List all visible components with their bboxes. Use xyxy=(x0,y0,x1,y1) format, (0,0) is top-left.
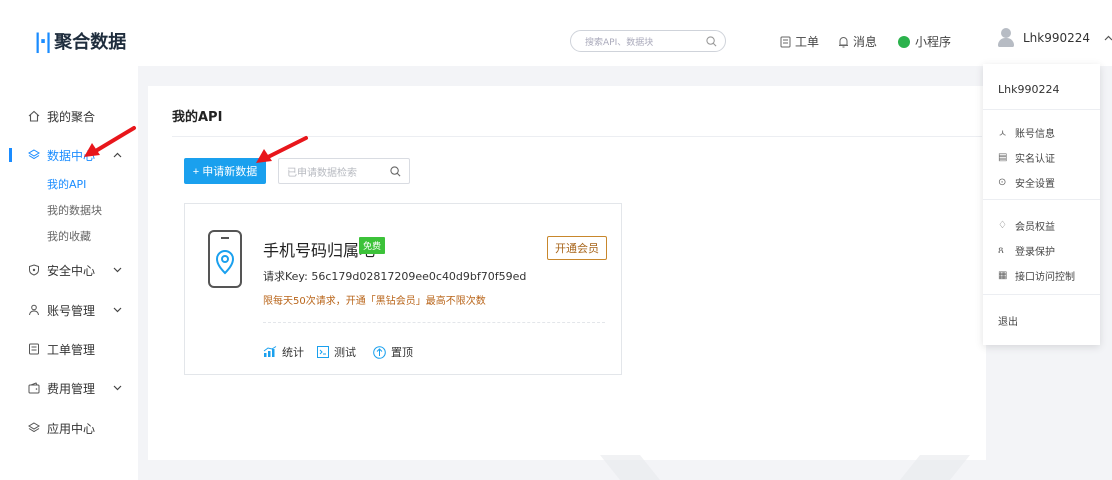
card-divider xyxy=(263,322,605,323)
logo-mark-icon: |·| xyxy=(34,29,52,53)
stats-label: 统计 xyxy=(282,346,304,359)
terminal-icon xyxy=(317,346,329,358)
menu-item-login-protection[interactable]: ጸ 登录保护 xyxy=(998,243,1055,258)
ticket-link[interactable]: 工单 xyxy=(780,33,819,50)
menu-item-label: 登录保护 xyxy=(1015,247,1055,258)
user-dropdown-menu: Lhk990224 ㅅ 账号信息 ▤ 实名认证 ⊙ 安全设置 ♢ 会员权益 ጸ … xyxy=(983,64,1100,345)
top-header: |·| 聚合数据 搜索API、数据块 工单 消息 小程序 Lhk990224 xyxy=(0,0,1112,66)
logo-text: 聚合数据 xyxy=(54,32,127,53)
open-membership-button[interactable]: 开通会员 xyxy=(547,236,607,260)
menu-item-label: 安全设置 xyxy=(1015,179,1055,190)
mini-program-link[interactable]: 小程序 xyxy=(898,33,951,50)
message-label: 消息 xyxy=(853,35,878,49)
user-icon xyxy=(29,304,39,316)
menu-item-api-access-control[interactable]: ▦ 接口访问控制 xyxy=(998,268,1075,283)
menu-item-logout[interactable]: 退出 xyxy=(998,313,1018,328)
pin-top-label: 置顶 xyxy=(391,346,413,359)
test-label: 测试 xyxy=(334,346,356,359)
menu-item-label: 退出 xyxy=(998,317,1018,328)
user-menu-trigger[interactable]: Lhk990224 xyxy=(997,28,1112,48)
chart-icon xyxy=(263,346,277,357)
dropdown-username: Lhk990224 xyxy=(998,83,1060,96)
menu-item-security-settings[interactable]: ⊙ 安全设置 xyxy=(998,175,1055,190)
ticket-icon xyxy=(29,343,39,355)
home-icon xyxy=(28,110,40,122)
free-badge: 免费 xyxy=(359,237,386,254)
sidebar-item-label: 我的聚合 xyxy=(47,109,96,124)
annotation-arrow-icon xyxy=(84,126,136,157)
global-search-placeholder: 搜索API、数据块 xyxy=(585,37,654,48)
user-icon: ㅅ xyxy=(998,129,1008,140)
menu-item-account-info[interactable]: ㅅ 账号信息 xyxy=(998,125,1055,140)
mini-program-icon xyxy=(898,35,910,48)
watermark-shape xyxy=(600,455,970,480)
chevron-down-icon[interactable] xyxy=(113,307,122,313)
menu-item-label: 会员权益 xyxy=(1015,222,1055,233)
sidebar-item-label: 安全中心 xyxy=(47,263,96,278)
ticket-icon xyxy=(780,36,791,47)
logo[interactable]: |·| 聚合数据 xyxy=(34,28,126,54)
pin-top-icon xyxy=(373,345,386,359)
sidebar-sub-my-data-blocks[interactable]: 我的数据块 xyxy=(47,202,102,218)
wallet-icon xyxy=(28,382,40,394)
diamond-icon: ♢ xyxy=(998,220,1007,231)
access-control-icon: ▦ xyxy=(998,270,1008,281)
menu-item-label: 接口访问控制 xyxy=(1015,272,1075,283)
shield-icon xyxy=(29,264,39,276)
sidebar-item-label: 应用中心 xyxy=(47,421,96,436)
layers-icon xyxy=(28,149,40,160)
ticket-label: 工单 xyxy=(795,35,820,49)
mini-program-label: 小程序 xyxy=(915,35,952,49)
chevron-down-icon[interactable] xyxy=(113,267,122,273)
menu-item-real-name-auth[interactable]: ▤ 实名认证 xyxy=(998,150,1055,165)
sidebar-item-label: 工单管理 xyxy=(47,342,96,357)
menu-item-label: 账号信息 xyxy=(1015,129,1055,140)
avatar xyxy=(997,28,1015,48)
header-username: Lhk990224 xyxy=(1023,31,1091,45)
api-card: 手机号码归属地 免费 开通会员 请求Key: 56c179d02817209ee… xyxy=(184,203,622,375)
user-lock-icon: ጸ xyxy=(998,245,1004,256)
page-title: 我的API xyxy=(172,110,223,125)
shield-icon: ⊙ xyxy=(998,177,1007,188)
menu-item-label: 实名认证 xyxy=(1015,154,1055,165)
phone-location-icon xyxy=(208,230,242,288)
layers-icon xyxy=(28,422,40,433)
sidebar-item-label: 账号管理 xyxy=(47,303,96,318)
chevron-down-icon[interactable] xyxy=(113,385,122,391)
applied-data-search-placeholder: 已申请数据检索 xyxy=(287,167,357,179)
request-key: 请求Key: 56c179d02817209ee0c40d9bf70f59ed xyxy=(263,270,527,283)
sidebar-sub-my-favorites[interactable]: 我的收藏 xyxy=(47,228,91,244)
stats-action[interactable]: 统计 xyxy=(263,344,304,360)
menu-item-member-rights[interactable]: ♢ 会员权益 xyxy=(998,218,1055,233)
id-card-icon: ▤ xyxy=(998,152,1008,163)
search-icon[interactable] xyxy=(390,165,401,177)
pin-top-action[interactable]: 置顶 xyxy=(373,344,413,360)
sidebar-sub-my-api[interactable]: 我的API xyxy=(47,176,86,192)
search-icon[interactable] xyxy=(706,35,717,47)
test-action[interactable]: 测试 xyxy=(317,344,356,360)
global-search-input[interactable]: 搜索API、数据块 xyxy=(570,30,726,52)
dropdown-divider xyxy=(983,109,1100,110)
message-link[interactable]: 消息 xyxy=(838,33,877,50)
chevron-up-icon[interactable] xyxy=(1104,35,1112,41)
sidebar-item-label: 费用管理 xyxy=(47,381,96,396)
dropdown-divider xyxy=(983,294,1100,295)
request-limit-text: 限每天50次请求，开通「黑钻会员」最高不限次数 xyxy=(263,296,486,307)
bell-icon xyxy=(839,36,848,47)
dropdown-divider xyxy=(983,199,1100,200)
annotation-arrow-icon xyxy=(256,136,308,163)
